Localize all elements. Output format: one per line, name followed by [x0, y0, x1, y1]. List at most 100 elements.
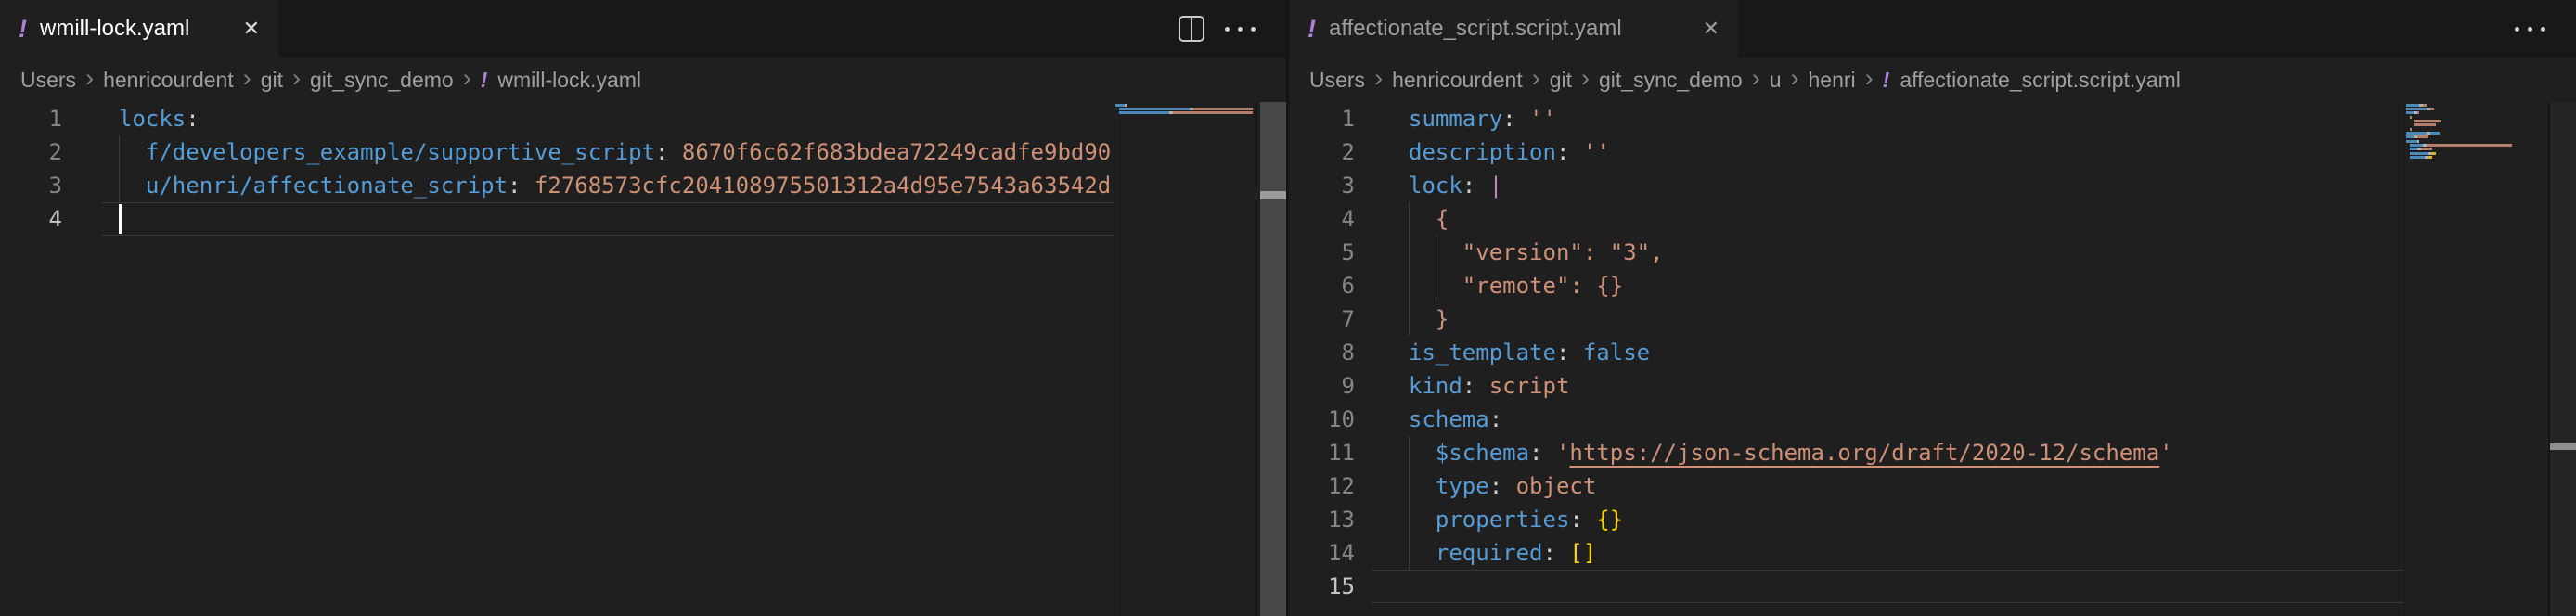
code-area[interactable]: summary: ''description: ''lock: | { "ver…: [1372, 102, 2403, 616]
line-number: 1: [1289, 102, 1355, 135]
breadcrumb-item[interactable]: Users: [1309, 68, 1365, 93]
code-line[interactable]: required: []: [1372, 536, 2403, 570]
tab-wmill-lock[interactable]: ! wmill-lock.yaml ✕: [0, 0, 278, 58]
code-line[interactable]: locks:: [102, 102, 1114, 135]
chevron-separator-icon: ›: [85, 64, 94, 93]
code-token: "version": "3",: [1409, 239, 1664, 265]
code-line[interactable]: [1372, 570, 2403, 603]
breadcrumb-item[interactable]: u: [1770, 68, 1782, 93]
minimap-line: [2405, 160, 2540, 163]
chevron-separator-icon: ›: [1752, 64, 1760, 93]
code-token: locks: [119, 106, 186, 132]
breadcrumb-item[interactable]: henricourdent: [103, 68, 234, 93]
code-token: required: [1409, 540, 1543, 566]
code-line[interactable]: u/henri/affectionate_script: f2768573cfc…: [102, 169, 1114, 202]
editor-group-left: ! wmill-lock.yaml ✕ Users › henricourdent ›…: [0, 0, 1286, 616]
code-token: :: [1489, 406, 1502, 432]
tab-title: wmill-lock.yaml: [40, 16, 189, 42]
line-number: 2: [1289, 135, 1355, 169]
indent-guide: [1409, 436, 1410, 469]
code-line[interactable]: is_template: false: [1372, 336, 2403, 369]
editor: 123456789101112131415 summary: ''descrip…: [1289, 102, 2576, 616]
code-line[interactable]: properties: {}: [1372, 503, 2403, 536]
indent-guide: [1409, 536, 1410, 570]
breadcrumb-item[interactable]: git: [261, 68, 283, 93]
code-token: :: [1462, 173, 1489, 199]
minimap[interactable]: [2404, 103, 2540, 616]
close-icon[interactable]: ✕: [243, 17, 260, 41]
overview-cursor-mark: [1260, 191, 1286, 199]
indent-guide: [1409, 469, 1410, 503]
code-token: :: [1556, 340, 1583, 366]
code-line[interactable]: {: [1372, 202, 2403, 236]
breadcrumb-item[interactable]: henricourdent: [1392, 68, 1523, 93]
more-actions-icon[interactable]: [1225, 27, 1256, 32]
code-token: description: [1409, 139, 1556, 165]
breadcrumb-item[interactable]: git: [1550, 68, 1572, 93]
code-line[interactable]: description: '': [1372, 135, 2403, 169]
breadcrumb-item[interactable]: git_sync_demo: [310, 68, 454, 93]
code-token: 8670f6c62f683bdea72249cadfe9bd90: [682, 139, 1111, 165]
line-number: 2: [0, 135, 62, 169]
line-number: 7: [1289, 302, 1355, 336]
code-token: "remote": {}: [1409, 273, 1623, 299]
code-token: :: [1502, 106, 1529, 132]
editor: 1234 locks: f/developers_example/support…: [0, 102, 1286, 616]
minimap[interactable]: [1114, 103, 1258, 616]
code-token: object: [1516, 473, 1597, 499]
code-token: '': [1529, 106, 1556, 132]
code-line[interactable]: schema:: [1372, 403, 2403, 436]
line-number: 15: [1289, 570, 1355, 603]
tab-title: affectionate_script.script.yaml: [1329, 16, 1622, 42]
line-number: 5: [1289, 236, 1355, 269]
code-token: ': [1556, 440, 1569, 466]
text-cursor: [119, 204, 122, 234]
code-line[interactable]: f/developers_example/supportive_script: …: [102, 135, 1114, 169]
chevron-separator-icon: ›: [1581, 64, 1590, 93]
breadcrumb-item[interactable]: Users: [20, 68, 76, 93]
line-number: 14: [1289, 536, 1355, 570]
code-token: $schema: [1409, 440, 1529, 466]
code-line[interactable]: }: [1372, 302, 2403, 336]
vertical-scrollbar[interactable]: [2548, 102, 2576, 616]
code-line[interactable]: "version": "3",: [1372, 236, 2403, 269]
code-line[interactable]: type: object: [1372, 469, 2403, 503]
code-token: type: [1409, 473, 1489, 499]
code-line[interactable]: "remote": {}: [1372, 269, 2403, 302]
code-line[interactable]: kind: script: [1372, 369, 2403, 403]
indent-guide: [119, 135, 120, 169]
code-token: :: [1489, 473, 1516, 499]
more-actions-icon[interactable]: [2515, 27, 2545, 32]
editor-actions: [1179, 0, 1286, 58]
yaml-file-icon: !: [481, 68, 488, 93]
breadcrumb-file[interactable]: affectionate_script.script.yaml: [1900, 68, 2181, 93]
indent-guide: [1409, 503, 1410, 536]
indent-guide: [1409, 202, 1410, 236]
line-number: 10: [1289, 403, 1355, 436]
breadcrumb-file[interactable]: wmill-lock.yaml: [497, 68, 641, 93]
indent-guide: [1409, 236, 1410, 269]
code-token: :: [186, 106, 199, 132]
code-token: script: [1489, 373, 1570, 399]
code-area[interactable]: locks: f/developers_example/supportive_s…: [102, 102, 1114, 616]
line-number: 9: [1289, 369, 1355, 403]
breadcrumb-item[interactable]: henri: [1809, 68, 1856, 93]
code-line[interactable]: $schema: 'https://json-schema.org/draft/…: [1372, 436, 2403, 469]
code-line[interactable]: [102, 202, 1114, 236]
vertical-scrollbar[interactable]: [1260, 102, 1286, 616]
tab-affectionate-script[interactable]: ! affectionate_script.script.yaml ✕: [1289, 0, 1738, 58]
split-editor-icon[interactable]: [1179, 16, 1204, 42]
editor-window: ! wmill-lock.yaml ✕ Users › henricourdent ›…: [0, 0, 2576, 616]
line-number: 11: [1289, 436, 1355, 469]
code-line[interactable]: summary: '': [1372, 102, 2403, 135]
line-number: 3: [0, 169, 62, 202]
code-line[interactable]: lock: |: [1372, 169, 2403, 202]
indent-guide: [119, 169, 120, 202]
breadcrumb-item[interactable]: git_sync_demo: [1599, 68, 1743, 93]
code-token: :: [1543, 540, 1570, 566]
close-icon[interactable]: ✕: [1703, 17, 1719, 41]
overview-cursor-mark: [2550, 443, 2576, 450]
yaml-file-icon: !: [1883, 68, 1890, 93]
editor-actions: [2515, 0, 2576, 58]
chevron-separator-icon: ›: [243, 64, 251, 93]
